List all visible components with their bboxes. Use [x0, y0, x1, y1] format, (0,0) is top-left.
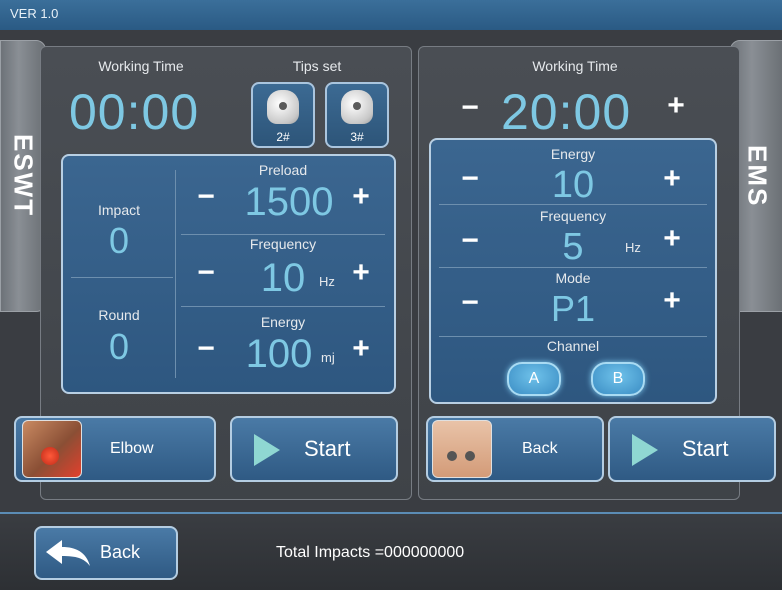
eswt-energy-value: 100 [245, 332, 313, 376]
back-label: Back [100, 542, 141, 562]
eswt-body-part-label: Elbow [110, 440, 154, 457]
ems-working-time-label: Working Time [532, 58, 618, 74]
ems-energy-plus-button[interactable]: + [659, 164, 685, 194]
title-bar: VER 1.0 [0, 0, 782, 30]
impact-label: Impact [97, 202, 140, 218]
eswt-start-label: Start [304, 436, 351, 461]
eswt-energy-label: Energy [260, 314, 306, 330]
ems-energy-label: Energy [550, 146, 596, 162]
play-icon [632, 434, 658, 466]
tip-3-label: 3# [350, 130, 364, 144]
preload-plus-button[interactable]: + [348, 182, 374, 212]
round-label: Round [98, 307, 140, 323]
back-arrow-icon [46, 540, 90, 566]
eswt-energy-plus-button[interactable]: + [348, 334, 374, 364]
mode-minus-button[interactable]: − [457, 288, 483, 318]
ems-frequency-minus-button[interactable]: − [457, 226, 483, 256]
eswt-working-time-label: Working Time [98, 58, 184, 74]
impact-value: 0 [108, 220, 130, 261]
eswt-frequency-minus-button[interactable]: − [193, 258, 219, 288]
tip-3-icon [341, 90, 373, 124]
tip-2-button[interactable]: 2# [251, 82, 315, 148]
eswt-frequency-plus-button[interactable]: + [348, 258, 374, 288]
channel-label: Channel [546, 338, 600, 354]
ems-energy-minus-button[interactable]: − [457, 164, 483, 194]
ems-working-time: 20:00 [501, 84, 632, 140]
ems-frequency-plus-button[interactable]: + [659, 224, 685, 254]
eswt-working-time: 00:00 [69, 84, 200, 140]
ems-frequency-unit: Hz [625, 240, 641, 255]
preload-label: Preload [258, 162, 308, 178]
tips-set-label: Tips set [292, 58, 342, 74]
back-image [432, 420, 492, 478]
channel-b-button[interactable]: B [591, 362, 645, 396]
mode-label: Mode [555, 270, 591, 286]
tip-3-button[interactable]: 3# [325, 82, 389, 148]
tab-ems-label: EMS [742, 144, 773, 208]
eswt-body-part-button[interactable]: Elbow [14, 416, 216, 482]
ems-start-button[interactable]: Start [608, 416, 776, 482]
tab-eswt-label: ESWT [8, 134, 39, 218]
elbow-image [22, 420, 82, 478]
tip-2-label: 2# [276, 130, 290, 144]
channel-a-button[interactable]: A [507, 362, 561, 396]
tip-2-icon [267, 90, 299, 124]
eswt-frequency-value: 10 [260, 256, 306, 300]
ems-settings-box: Energy − 10 + Frequency − 5 Hz + Mode − … [429, 138, 717, 404]
ems-body-part-label: Back [522, 440, 558, 457]
ems-frequency-label: Frequency [539, 208, 607, 224]
eswt-start-button[interactable]: Start [230, 416, 398, 482]
preload-value: 1500 [244, 180, 334, 224]
eswt-frequency-unit: Hz [319, 274, 335, 289]
ems-time-minus-button[interactable]: − [457, 93, 483, 123]
round-value: 0 [108, 326, 130, 367]
mode-value: P1 [550, 288, 596, 329]
version-label: VER 1.0 [10, 6, 59, 21]
total-impacts-label: Total Impacts =000000000 [276, 544, 465, 561]
eswt-settings-box: Impact 0 Round 0 Preload − 1500 + Freque… [61, 154, 396, 394]
ems-frequency-value: 5 [562, 226, 584, 268]
ems-start-label: Start [682, 436, 729, 461]
eswt-energy-unit: mj [321, 350, 335, 365]
eswt-frequency-label: Frequency [249, 236, 317, 252]
ems-energy-value: 10 [551, 164, 595, 206]
mode-plus-button[interactable]: + [659, 286, 685, 316]
eswt-energy-minus-button[interactable]: − [193, 334, 219, 364]
back-button[interactable]: Back [34, 526, 178, 580]
ems-body-part-button[interactable]: Back [426, 416, 604, 482]
play-icon [254, 434, 280, 466]
ems-time-plus-button[interactable]: + [663, 91, 689, 121]
preload-minus-button[interactable]: − [193, 182, 219, 212]
